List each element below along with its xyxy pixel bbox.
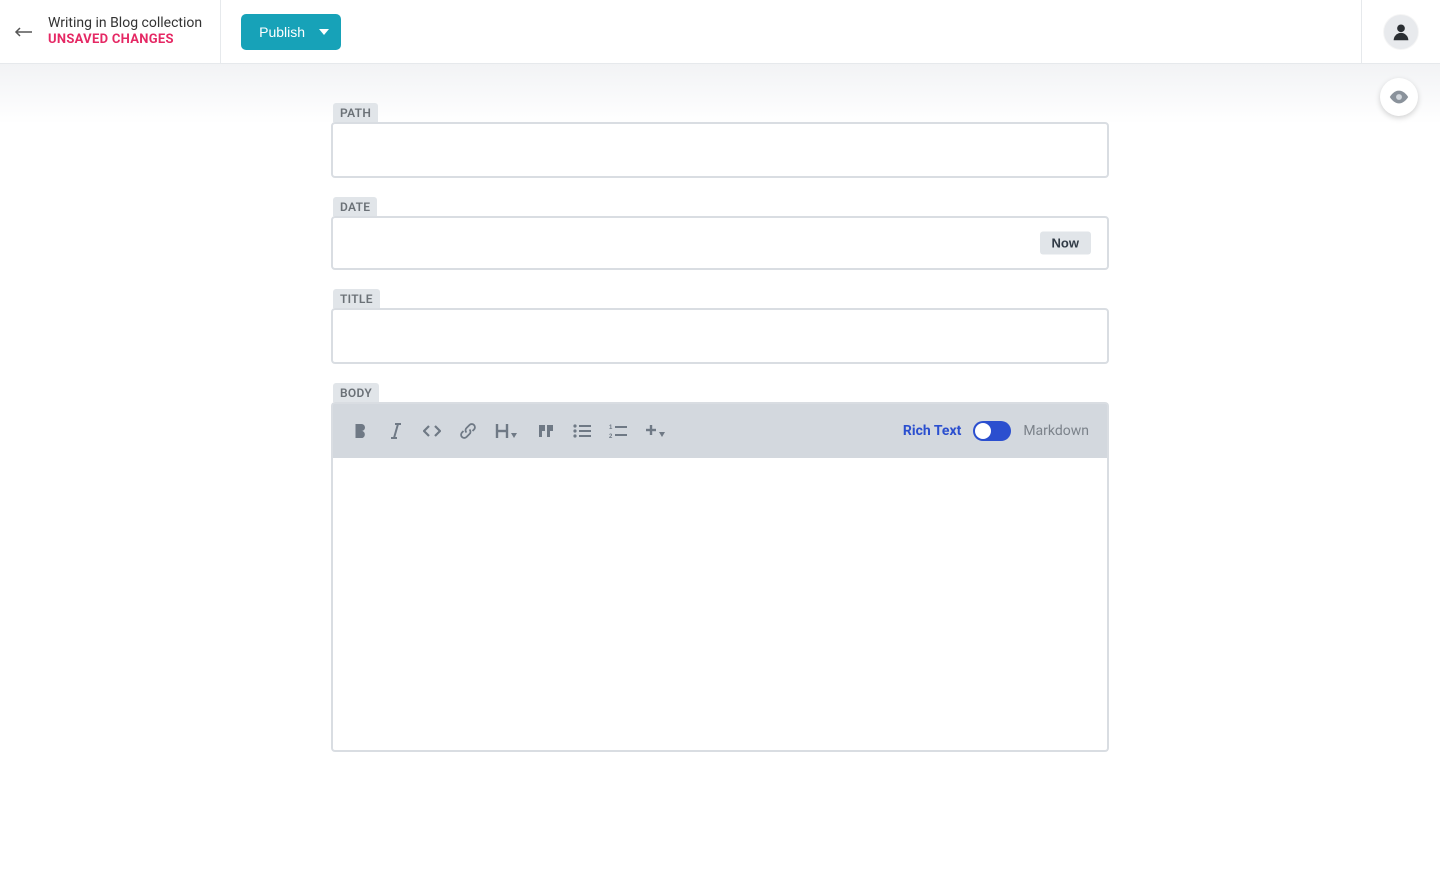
body-field-group: BODY bbox=[331, 382, 1109, 752]
header-left: Writing in Blog collection UNSAVED CHANG… bbox=[0, 0, 221, 63]
path-input[interactable] bbox=[331, 122, 1109, 178]
content-area: PATH DATE Now TITLE BODY bbox=[0, 64, 1440, 880]
plus-icon bbox=[645, 424, 667, 438]
editor-box bbox=[331, 458, 1109, 752]
date-label: DATE bbox=[333, 197, 377, 216]
date-field-group: DATE Now bbox=[331, 196, 1109, 270]
path-label: PATH bbox=[333, 103, 378, 122]
back-button[interactable] bbox=[0, 26, 48, 38]
date-input[interactable] bbox=[331, 216, 1109, 270]
person-icon bbox=[1390, 21, 1412, 43]
list-ul-icon bbox=[573, 424, 591, 438]
svg-text:2: 2 bbox=[609, 434, 613, 438]
toolbar-icons: 1 2 bbox=[351, 422, 667, 440]
link-icon bbox=[459, 422, 477, 440]
heading-icon bbox=[495, 423, 519, 439]
add-component-button[interactable] bbox=[645, 422, 667, 440]
mode-toggle[interactable] bbox=[973, 421, 1011, 441]
code-icon bbox=[423, 424, 441, 438]
bulleted-list-button[interactable] bbox=[573, 422, 591, 440]
code-button[interactable] bbox=[423, 422, 441, 440]
italic-button[interactable] bbox=[387, 422, 405, 440]
editor-mode-switch: Rich Text Markdown bbox=[903, 421, 1089, 441]
title-field-group: TITLE bbox=[331, 288, 1109, 364]
arrow-left-icon bbox=[14, 26, 34, 38]
form-column: PATH DATE Now TITLE BODY bbox=[331, 102, 1109, 752]
editor-toolbar: 1 2 Rich bbox=[331, 402, 1109, 458]
svg-text:1: 1 bbox=[609, 425, 613, 431]
preview-toggle-button[interactable] bbox=[1380, 78, 1418, 116]
quote-icon bbox=[538, 424, 554, 438]
quote-button[interactable] bbox=[537, 422, 555, 440]
publish-button[interactable]: Publish bbox=[241, 14, 341, 50]
date-input-wrap: Now bbox=[331, 216, 1109, 270]
breadcrumb-title: Writing in Blog collection bbox=[48, 14, 202, 32]
italic-icon bbox=[389, 423, 403, 439]
markdown-mode-label[interactable]: Markdown bbox=[1023, 423, 1089, 439]
bold-icon bbox=[353, 423, 368, 439]
user-avatar[interactable] bbox=[1384, 15, 1418, 49]
caret-down-icon bbox=[319, 29, 329, 35]
editor-header: Writing in Blog collection UNSAVED CHANG… bbox=[0, 0, 1440, 64]
breadcrumb: Writing in Blog collection UNSAVED CHANG… bbox=[48, 14, 202, 49]
list-ol-icon: 1 2 bbox=[609, 424, 627, 438]
body-label: BODY bbox=[333, 383, 379, 402]
link-button[interactable] bbox=[459, 422, 477, 440]
eye-icon bbox=[1388, 86, 1410, 108]
unsaved-changes-label: UNSAVED CHANGES bbox=[48, 32, 202, 49]
richtext-mode-label[interactable]: Rich Text bbox=[903, 423, 961, 439]
numbered-list-button[interactable]: 1 2 bbox=[609, 422, 627, 440]
bold-button[interactable] bbox=[351, 422, 369, 440]
path-field-group: PATH bbox=[331, 102, 1109, 178]
header-right bbox=[1361, 0, 1440, 63]
heading-button[interactable] bbox=[495, 422, 519, 440]
body-editor[interactable] bbox=[333, 458, 1107, 750]
title-input[interactable] bbox=[331, 308, 1109, 364]
toggle-knob bbox=[975, 423, 991, 439]
now-button[interactable]: Now bbox=[1040, 232, 1091, 255]
title-label: TITLE bbox=[333, 289, 380, 308]
publish-button-label: Publish bbox=[259, 24, 305, 40]
